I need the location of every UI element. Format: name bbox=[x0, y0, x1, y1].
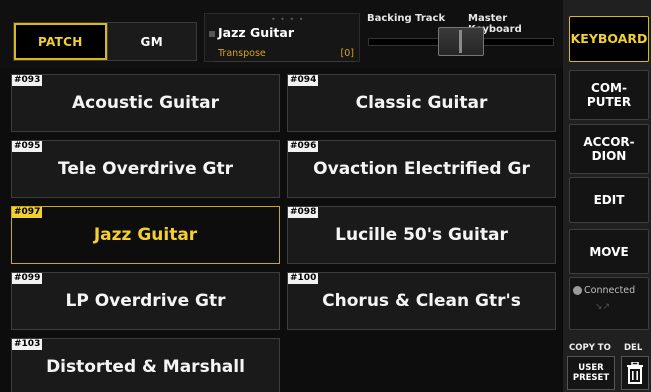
drag-dots: • • • • bbox=[271, 15, 305, 24]
patch-button[interactable]: #095 Tele Overdrive Gtr bbox=[11, 140, 280, 198]
tab-patch[interactable]: PATCH bbox=[14, 23, 107, 60]
patch-number: #093 bbox=[12, 75, 43, 86]
patch-button[interactable]: #093 Acoustic Guitar bbox=[11, 74, 280, 132]
current-patch-panel[interactable]: • • • • Jazz Guitar Transpose [0] bbox=[204, 13, 360, 62]
transpose-underline bbox=[215, 61, 355, 62]
accordion-label-line1: ACCOR- bbox=[583, 135, 635, 149]
patch-name: Tele Overdrive Gtr bbox=[58, 159, 233, 179]
accordion-button[interactable]: ACCOR- DION bbox=[569, 124, 649, 174]
patch-button[interactable]: #098 Lucille 50's Guitar bbox=[287, 206, 556, 264]
balance-slider-thumb[interactable] bbox=[438, 27, 484, 56]
connection-status: Connected ↘↗ bbox=[569, 277, 649, 330]
patch-button[interactable]: #096 Ovaction Electrified Gr bbox=[287, 140, 556, 198]
patch-name: Classic Guitar bbox=[355, 93, 488, 113]
right-panel: KEYBOARD COM- PUTER ACCOR- DION EDIT MOV… bbox=[563, 0, 651, 392]
patch-name: LP Overdrive Gtr bbox=[65, 291, 226, 311]
computer-button[interactable]: COM- PUTER bbox=[569, 70, 649, 120]
patch-number: #097 bbox=[12, 207, 43, 218]
current-patch-name: Jazz Guitar bbox=[218, 25, 295, 40]
move-button[interactable]: MOVE bbox=[569, 229, 649, 274]
patch-name: Ovaction Electrified Gr bbox=[313, 159, 530, 179]
patch-name: Distorted & Marshall bbox=[46, 357, 245, 377]
patch-grid: #093 Acoustic Guitar #094 Classic Guitar… bbox=[11, 74, 556, 392]
patch-button[interactable]: #099 LP Overdrive Gtr bbox=[11, 272, 280, 330]
delete-button[interactable] bbox=[621, 356, 649, 390]
backing-track-label: Backing Track bbox=[367, 13, 446, 24]
connection-status-text: Connected bbox=[584, 285, 636, 296]
patch-name: Chorus & Clean Gtr's bbox=[322, 291, 521, 311]
patch-number: #096 bbox=[288, 141, 319, 152]
patch-number: #099 bbox=[12, 273, 43, 284]
copy-to-label: COPY TO bbox=[569, 343, 611, 353]
patch-number: #100 bbox=[288, 273, 319, 284]
user-preset-line2: PRESET bbox=[572, 373, 610, 383]
patch-button[interactable]: #094 Classic Guitar bbox=[287, 74, 556, 132]
patch-name: Jazz Guitar bbox=[93, 225, 198, 245]
user-preset-button[interactable]: USER PRESET bbox=[567, 356, 615, 390]
trash-icon bbox=[627, 362, 643, 384]
top-bar: PATCH GM • • • • Jazz Guitar Transpose [… bbox=[0, 0, 563, 68]
patch-number: #094 bbox=[288, 75, 319, 86]
slider-grip-icon bbox=[459, 30, 462, 53]
computer-label-line1: COM- bbox=[591, 81, 627, 95]
keyboard-button[interactable]: KEYBOARD bbox=[569, 16, 649, 62]
mode-tabs: PATCH GM bbox=[13, 22, 197, 61]
accordion-label-line2: DION bbox=[591, 149, 627, 163]
patch-number: #095 bbox=[12, 141, 43, 152]
user-preset-line1: USER bbox=[578, 363, 604, 373]
tab-gm[interactable]: GM bbox=[106, 23, 196, 60]
patch-indicator-icon bbox=[209, 31, 215, 37]
transpose-label: Transpose bbox=[218, 48, 266, 59]
computer-label-line2: PUTER bbox=[586, 95, 632, 109]
patch-button[interactable]: #100 Chorus & Clean Gtr's bbox=[287, 272, 556, 330]
patch-name: Lucille 50's Guitar bbox=[335, 225, 508, 245]
patch-name: Acoustic Guitar bbox=[72, 93, 219, 113]
status-chevron-icon: ↘↗ bbox=[595, 302, 611, 312]
patch-button[interactable]: #103 Distorted & Marshall bbox=[11, 338, 280, 392]
transpose-value: [0] bbox=[340, 48, 354, 59]
delete-label: DEL bbox=[624, 343, 643, 353]
connected-icon bbox=[573, 286, 582, 295]
patch-button-selected[interactable]: #097 Jazz Guitar bbox=[11, 206, 280, 264]
edit-button[interactable]: EDIT bbox=[569, 177, 649, 223]
patch-number: #098 bbox=[288, 207, 319, 218]
patch-number: #103 bbox=[12, 339, 43, 350]
